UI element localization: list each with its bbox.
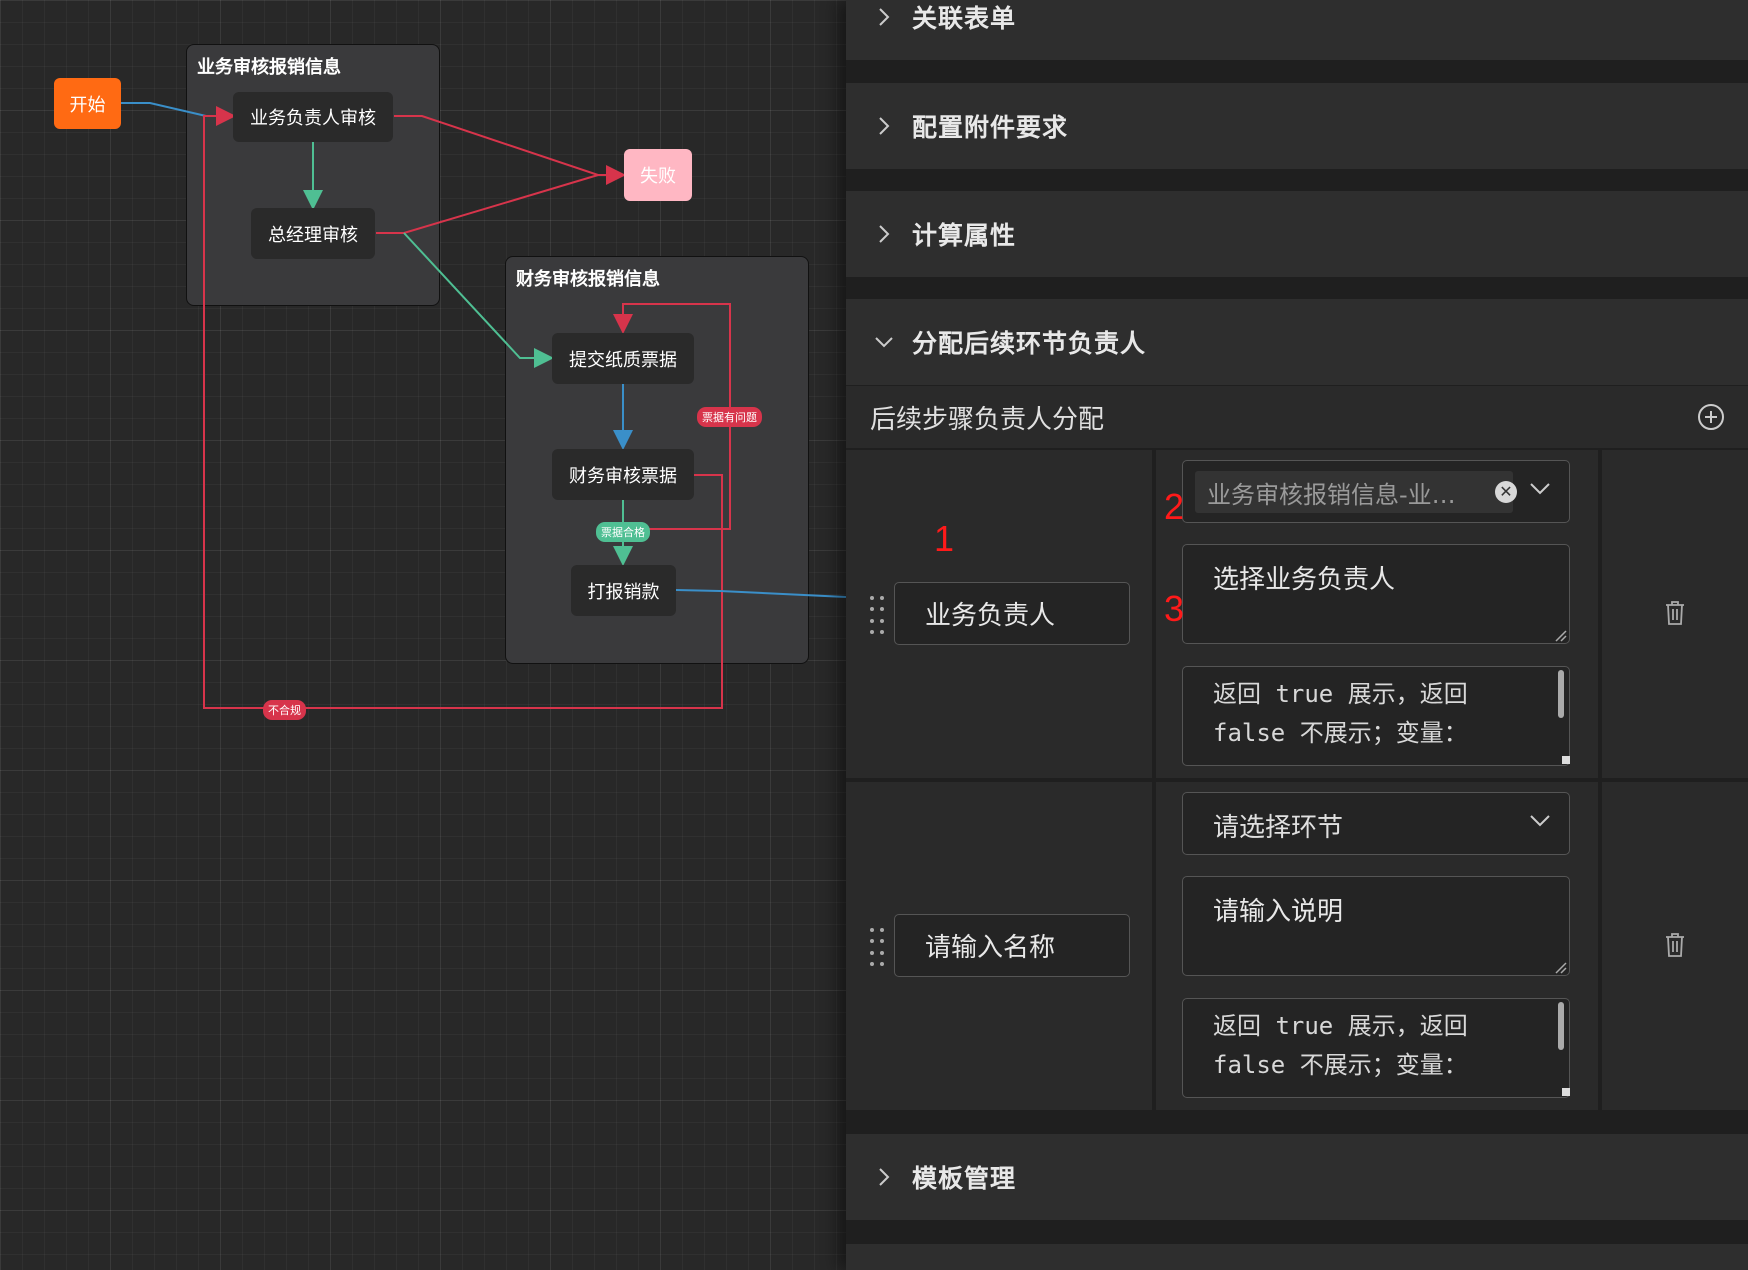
node-submit-paper-tickets[interactable]: 提交纸质票据 — [552, 333, 694, 384]
section-title: 关联表单 — [912, 4, 1017, 33]
edge-gm-to-fail — [376, 174, 599, 234]
edge-non-compliant — [203, 115, 723, 709]
resize-handle-icon[interactable] — [1554, 628, 1568, 647]
section-title: 计算属性 — [912, 221, 1017, 250]
assign-subheader: 后续步骤负责人分配 — [846, 386, 1748, 448]
edge-label-non-compliant[interactable]: 不合规 — [263, 700, 306, 720]
node-finance-review-tickets[interactable]: 财务审核票据 — [552, 449, 694, 500]
edge-label-ticket-issue[interactable]: 票据有问题 — [697, 407, 762, 427]
section-next-partial — [846, 1244, 1748, 1270]
trash-icon[interactable] — [1664, 932, 1686, 958]
section-title: 模板管理 — [912, 1164, 1017, 1193]
edge-label-ticket-ok[interactable]: 票据合格 — [596, 522, 650, 542]
selected-step-label: 业务审核报销信息-业… — [1207, 480, 1456, 509]
name-input[interactable]: 请输入名称 — [894, 914, 1130, 977]
start-node[interactable]: 开始 — [54, 78, 121, 129]
annotation-marker-2: 2 — [1164, 486, 1185, 527]
edge-business-to-fail — [394, 115, 626, 185]
annotation-marker-1: 1 — [934, 518, 955, 559]
clear-selection-icon[interactable]: ✕ — [1495, 481, 1517, 503]
resize-handle-icon[interactable] — [1554, 960, 1568, 979]
properties-panel: 关联表单 配置附件要求 计算属性 分配后续环节负责人 后续步骤负责人分配 业务负… — [846, 0, 1748, 1270]
condition-script-textarea[interactable]: 返回 true 展示，返回 false 不展示；变量： — [1182, 998, 1570, 1098]
workflow-edges — [121, 102, 846, 709]
scrollbar[interactable] — [1558, 670, 1564, 718]
step-select[interactable]: 请选择环节 — [1182, 792, 1570, 855]
trash-icon[interactable] — [1664, 600, 1686, 626]
assign-row: 业务负责人 业务审核报销信息-业… ✕ 选择业务负责人 返回 true 展示，返… — [846, 450, 1748, 778]
assign-subheader-label: 后续步骤负责人分配 — [870, 404, 1105, 435]
section-title: 分配后续环节负责人 — [912, 329, 1147, 358]
node-business-owner-review[interactable]: 业务负责人审核 — [233, 92, 393, 142]
node-pay-reimbursement[interactable]: 打报销款 — [571, 565, 676, 616]
description-textarea[interactable]: 请输入说明 — [1182, 876, 1570, 976]
edge-gm-to-submit — [403, 232, 554, 368]
chevron-down-icon — [1529, 481, 1551, 500]
step-select-placeholder: 请选择环节 — [1213, 813, 1344, 843]
condition-script-textarea[interactable]: 返回 true 展示，返回 false 不展示；变量： — [1182, 666, 1570, 766]
add-row-icon[interactable] — [1698, 404, 1724, 430]
assign-row: 请输入名称 请选择环节 请输入说明 返回 true 展示，返回 false 不展… — [846, 782, 1748, 1110]
chevron-down-icon — [870, 328, 898, 356]
selected-step-tag: 业务审核报销信息-业… — [1195, 471, 1513, 513]
drag-handle-icon[interactable] — [870, 928, 884, 968]
edge-start-to-business — [121, 102, 236, 126]
edge-pay-out — [675, 589, 846, 598]
annotation-marker-3: 3 — [1164, 588, 1185, 629]
section-template-management[interactable]: 模板管理 — [846, 1134, 1748, 1220]
section-attachment-requirements[interactable]: 配置附件要求 — [846, 83, 1748, 169]
chevron-down-icon — [1529, 813, 1551, 832]
chevron-right-icon — [870, 1163, 898, 1191]
section-title: 配置附件要求 — [912, 113, 1069, 142]
node-gm-review[interactable]: 总经理审核 — [251, 208, 375, 259]
workflow-canvas[interactable]: 业务审核报销信息 财务审核报销信息 开始 失败 业务负责人审核 总经理审核 提交… — [0, 0, 846, 1270]
section-assign-next-owner[interactable]: 分配后续环节负责人 — [846, 299, 1748, 385]
drag-handle-icon[interactable] — [870, 596, 884, 636]
chevron-right-icon — [870, 112, 898, 140]
fail-node[interactable]: 失败 — [624, 149, 692, 201]
scroll-corner — [1562, 756, 1570, 764]
section-computed-properties[interactable]: 计算属性 — [846, 191, 1748, 277]
description-textarea[interactable]: 选择业务负责人 — [1182, 544, 1570, 644]
section-linked-form[interactable]: 关联表单 — [846, 0, 1748, 60]
scrollbar[interactable] — [1558, 1002, 1564, 1050]
chevron-right-icon — [870, 220, 898, 248]
chevron-right-icon — [870, 3, 898, 31]
step-select[interactable]: 业务审核报销信息-业… ✕ — [1182, 460, 1570, 523]
name-input[interactable]: 业务负责人 — [894, 582, 1130, 645]
scroll-corner — [1562, 1088, 1570, 1096]
